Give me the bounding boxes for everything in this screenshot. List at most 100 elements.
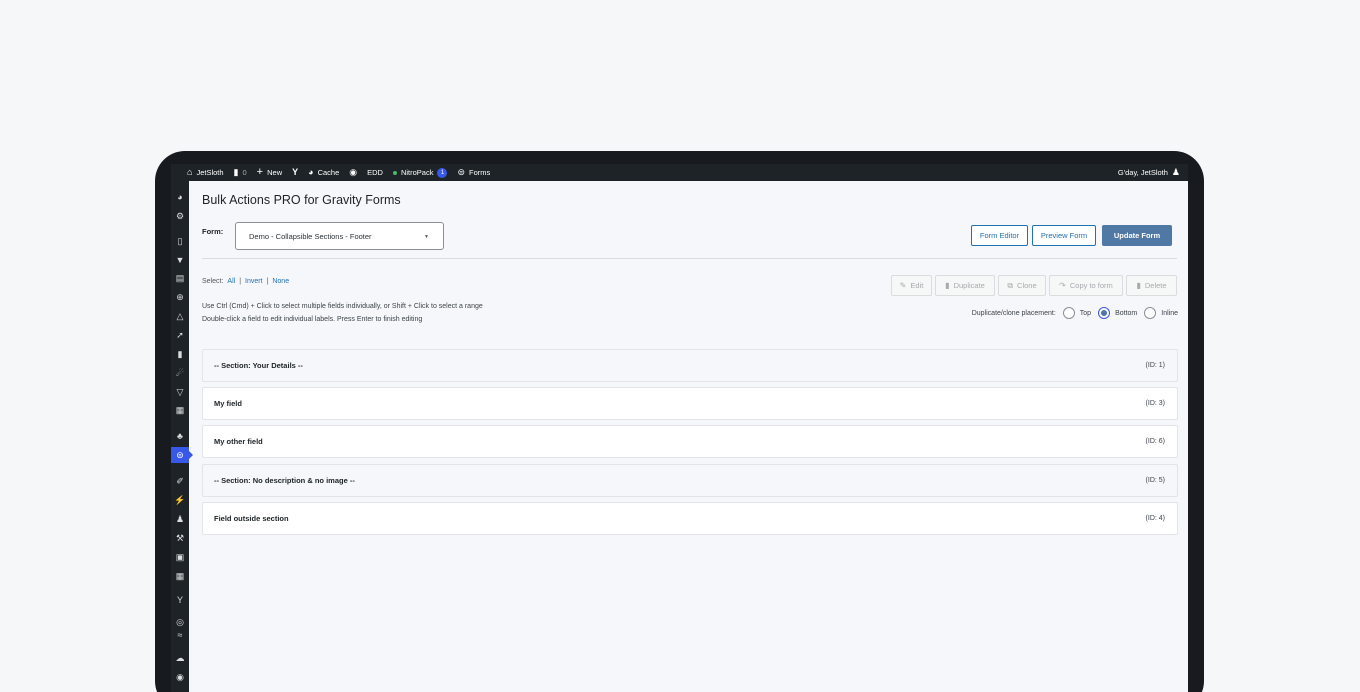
- forms-label: Forms: [469, 168, 491, 177]
- grid-icon[interactable]: ▦: [171, 402, 189, 418]
- cache-label: Cache: [317, 168, 340, 177]
- nitropack-menu[interactable]: NitroPack 1: [388, 164, 453, 181]
- gravity-forms-icon[interactable]: ⊜: [171, 447, 193, 463]
- copy-to-form-label: Copy to form: [1069, 281, 1113, 290]
- duplicate-button[interactable]: ▮ Duplicate: [935, 275, 995, 296]
- hint-line: Double-click a field to edit individual …: [202, 316, 423, 323]
- wordpress-menu[interactable]: ◉: [344, 164, 362, 181]
- field-row[interactable]: My field (ID: 3): [202, 387, 1178, 420]
- edit-button[interactable]: ✎ Edit: [891, 275, 932, 296]
- field-id: (ID: 5): [1145, 477, 1165, 484]
- admin-bar: ⌂ JetSloth ▮ 0 + New Y ◕ Cache ◉ EDD Nit…: [171, 164, 1188, 181]
- nitropack-badge: 1: [437, 167, 448, 178]
- yoast-menu[interactable]: Y: [287, 164, 303, 181]
- flask-icon[interactable]: △: [171, 308, 189, 324]
- wrench-icon[interactable]: ⚒: [171, 530, 189, 546]
- funnel-icon[interactable]: ▽: [171, 384, 189, 400]
- edd-label: EDD: [367, 168, 383, 177]
- yoast-icon: Y: [292, 167, 299, 177]
- pin-icon[interactable]: ➚: [171, 327, 189, 343]
- new-content-menu[interactable]: + New: [252, 164, 287, 181]
- pencil-icon: ✎: [899, 281, 907, 290]
- yoast-icon[interactable]: Y: [171, 592, 189, 608]
- gear-icon[interactable]: ⚙: [171, 208, 189, 224]
- field-label: My other field: [214, 437, 263, 446]
- field-id: (ID: 4): [1145, 515, 1165, 522]
- field-label: Field outside section: [214, 514, 289, 523]
- comment-icon[interactable]: ▮: [171, 346, 189, 362]
- placement-label: Duplicate/clone placement:: [971, 309, 1056, 317]
- placement-option-label: Inline: [1161, 309, 1178, 317]
- delete-label: Delete: [1144, 281, 1167, 290]
- placement-radio-top[interactable]: [1062, 307, 1075, 319]
- speedometer-icon: ◕: [308, 167, 314, 177]
- placement-option-label: Bottom: [1115, 309, 1138, 317]
- forms-menu[interactable]: ⊜ Forms: [452, 164, 495, 181]
- redo-arrow-icon: ↷: [1059, 281, 1066, 290]
- comments-count: 0: [242, 168, 247, 177]
- separator: |: [239, 278, 242, 285]
- status-dot-icon: [392, 170, 397, 175]
- lifebuoy-icon[interactable]: ⊕: [171, 289, 189, 305]
- cart-icon[interactable]: ▼: [171, 252, 189, 268]
- home-icon: ⌂: [187, 167, 193, 177]
- admin-sidebar: ◕ ⚙ ▯ ▼ ▤ ⊕ △ ➚ ▮ ☄ ▽ ▦ ♣ ⊜ ✐ ⚡ ♟ ⚒ ▣ ▦ …: [171, 181, 193, 692]
- edit-label: Edit: [910, 281, 924, 290]
- wordpress-icon: ◉: [349, 167, 358, 177]
- copy-to-form-button[interactable]: ↷ Copy to form: [1049, 275, 1123, 296]
- chevron-down-icon: ▼: [424, 234, 429, 240]
- plus-icon: +: [256, 166, 264, 178]
- wordpress-icon[interactable]: ◉: [171, 669, 189, 685]
- duplicate-label: Duplicate: [953, 281, 985, 290]
- comment-icon: ▮: [233, 167, 239, 177]
- clone-button[interactable]: ⧉ Clone: [998, 275, 1046, 296]
- preview-form-button[interactable]: Preview Form: [1032, 225, 1096, 246]
- translate-icon[interactable]: ♣: [171, 428, 189, 444]
- settings-icon[interactable]: ▣: [171, 549, 189, 565]
- form-select[interactable]: Demo - Collapsible Sections - Footer ▼: [235, 222, 444, 250]
- user-icon: ♟: [1171, 167, 1180, 177]
- field-row[interactable]: -- Section: No description & no image --…: [202, 464, 1178, 497]
- nitropack-label: NitroPack: [400, 168, 434, 177]
- site-name-menu[interactable]: ⌂ JetSloth: [171, 164, 229, 181]
- select-controls: Select: All | Invert | None: [202, 278, 289, 285]
- cache-menu[interactable]: ◕ Cache: [303, 164, 344, 181]
- delete-button[interactable]: ▮ Delete: [1126, 275, 1177, 296]
- wave-icon[interactable]: ≈: [171, 627, 189, 643]
- field-row[interactable]: Field outside section (ID: 4): [202, 502, 1178, 535]
- cloud-icon[interactable]: ☁: [171, 650, 189, 666]
- users-icon[interactable]: ♟: [171, 511, 189, 527]
- basket-icon[interactable]: ▤: [171, 270, 189, 286]
- placement-radio-bottom[interactable]: [1098, 307, 1111, 319]
- select-prefix: Select:: [202, 278, 224, 285]
- field-row[interactable]: -- Section: Your Details -- (ID: 1): [202, 349, 1178, 382]
- field-id: (ID: 3): [1145, 400, 1165, 407]
- clone-icon: ⧉: [1007, 280, 1014, 290]
- placement-option-label: Top: [1079, 309, 1092, 317]
- plugin-icon[interactable]: ⚡: [171, 492, 189, 508]
- select-all-link[interactable]: All: [227, 278, 235, 285]
- bulk-toolbar: ✎ Edit ▮ Duplicate ⧉ Clone ↷ Copy to for…: [888, 275, 1177, 296]
- brush-icon[interactable]: ✐: [171, 473, 189, 489]
- clone-label: Clone: [1017, 281, 1037, 290]
- update-form-button[interactable]: Update Form: [1102, 225, 1172, 246]
- table-icon[interactable]: ▦: [171, 568, 189, 584]
- form-editor-button[interactable]: Form Editor: [971, 225, 1028, 246]
- network-icon[interactable]: ☄: [171, 365, 189, 381]
- select-none-link[interactable]: None: [272, 278, 289, 285]
- dashboard-icon[interactable]: ◕: [171, 189, 189, 205]
- trash-icon: ▮: [1136, 281, 1141, 290]
- comments-menu[interactable]: ▮ 0: [229, 164, 252, 181]
- edd-menu[interactable]: EDD: [362, 164, 388, 181]
- hint-line: Use Ctrl (Cmd) + Click to select multipl…: [202, 303, 483, 310]
- greeting: G'day, JetSloth: [1117, 168, 1168, 177]
- placement-radio-inline[interactable]: [1144, 307, 1157, 319]
- pages-icon[interactable]: ▯: [171, 233, 189, 249]
- field-row[interactable]: My other field (ID: 6): [202, 425, 1178, 458]
- screen: ⌂ JetSloth ▮ 0 + New Y ◕ Cache ◉ EDD Nit…: [171, 164, 1188, 692]
- account-menu[interactable]: G'day, JetSloth ♟: [1113, 164, 1188, 181]
- select-invert-link[interactable]: Invert: [245, 278, 263, 285]
- form-select-value: Demo - Collapsible Sections - Footer: [249, 231, 372, 241]
- placement-options: Duplicate/clone placement: Top Bottom In…: [972, 307, 1178, 319]
- field-id: (ID: 1): [1145, 362, 1165, 369]
